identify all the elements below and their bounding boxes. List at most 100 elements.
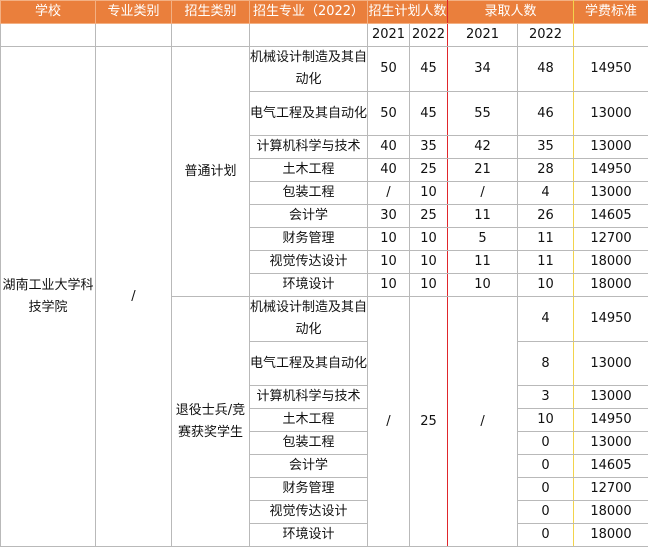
admitted-2022: 0 [518,455,574,478]
major-name: 财务管理 [250,478,368,501]
plan-year-2021: 2021 [368,24,410,47]
year-header-row: 2021 2022 2021 2022 [1,24,648,47]
tuition-fee: 18000 [574,524,648,547]
admitted-2021: 5 [448,228,518,251]
tuition-fee: 14950 [574,409,648,432]
plan-2021: 50 [368,47,410,92]
major-name: 计算机科学与技术 [250,386,368,409]
admitted-2022: 10 [518,409,574,432]
admitted-2022: 28 [518,159,574,182]
major-name: 会计学 [250,455,368,478]
major-name: 会计学 [250,205,368,228]
major-name: 计算机科学与技术 [250,136,368,159]
major-name: 机械设计制造及其自动化 [250,297,368,342]
plan-2021: 40 [368,136,410,159]
tuition-fee: 14605 [574,455,648,478]
major-name: 包装工程 [250,182,368,205]
tuition-fee: 18000 [574,501,648,524]
tuition-fee: 12700 [574,228,648,251]
plan-2021: / [368,182,410,205]
admitted-2022: 46 [518,92,574,136]
tuition-fee: 13000 [574,182,648,205]
plan-2021: 10 [368,228,410,251]
year-blank-major-type [96,24,172,47]
major-name: 机械设计制造及其自动化 [250,47,368,92]
plan-2021: 50 [368,92,410,136]
major-name: 环境设计 [250,524,368,547]
tuition-fee: 14950 [574,297,648,342]
tuition-fee: 12700 [574,478,648,501]
tuition-fee: 13000 [574,136,648,159]
admitted-2021: 10 [448,274,518,297]
year-blank-major [250,24,368,47]
admitted-2022: 26 [518,205,574,228]
admitted-2021: 55 [448,92,518,136]
admitted-2021: 11 [448,205,518,228]
plan-2021: 30 [368,205,410,228]
year-blank-school [1,24,96,47]
admitted-2022: 0 [518,432,574,455]
major-name: 电气工程及其自动化 [250,342,368,386]
tuition-fee: 18000 [574,251,648,274]
header-school: 学校 [1,1,96,24]
admitted-2021: / [448,182,518,205]
tuition-fee: 14605 [574,205,648,228]
tuition-fee: 14950 [574,47,648,92]
plan-2022: 10 [410,251,448,274]
major-name: 土木工程 [250,409,368,432]
major-name: 包装工程 [250,432,368,455]
plan-2022: 10 [410,274,448,297]
table-row: 湖南工业大学科技学院/普通计划机械设计制造及其自动化5045344814950 [1,47,648,92]
admitted-2022: 4 [518,297,574,342]
admitted-2022: 4 [518,182,574,205]
admitted-2022: 11 [518,228,574,251]
admitted-2022: 35 [518,136,574,159]
header-major: 招生专业（2022） [250,1,368,24]
plan-2022: 10 [410,182,448,205]
header-major-type: 专业类别 [96,1,172,24]
admitted-2022: 0 [518,524,574,547]
admitted-2022: 8 [518,342,574,386]
plan-2021: 10 [368,251,410,274]
major-name: 电气工程及其自动化 [250,92,368,136]
header-plan: 招生计划人数 [368,1,448,24]
plan-year-2022: 2022 [410,24,448,47]
enroll-type-regular: 普通计划 [172,47,250,297]
admitted-year-2021: 2021 [448,24,518,47]
tuition-fee: 14950 [574,159,648,182]
admitted-2022: 48 [518,47,574,92]
school-name: 湖南工业大学科技学院 [1,47,96,547]
plan-2022: 35 [410,136,448,159]
plan-2022: 25 [410,159,448,182]
admitted-year-2022: 2022 [518,24,574,47]
major-name: 土木工程 [250,159,368,182]
tuition-fee: 13000 [574,342,648,386]
plan-2021: 40 [368,159,410,182]
plan-2022: 45 [410,47,448,92]
major-name: 视觉传达设计 [250,251,368,274]
admitted-2021: 21 [448,159,518,182]
tuition-fee: 18000 [574,274,648,297]
major-name: 财务管理 [250,228,368,251]
plan-2022: 45 [410,92,448,136]
admitted-2021: 11 [448,251,518,274]
header-row: 学校 专业类别 招生类别 招生专业（2022） 招生计划人数 录取人数 学费标准 [1,1,648,24]
admitted-2021: 34 [448,47,518,92]
admitted-2022: 0 [518,501,574,524]
tuition-fee: 13000 [574,386,648,409]
major-type-value: / [96,47,172,547]
admitted-2021: 42 [448,136,518,159]
plan-2022: 25 [410,297,448,547]
tuition-fee: 13000 [574,92,648,136]
plan-2021: 10 [368,274,410,297]
year-blank-fee [574,24,648,47]
admitted-2022: 11 [518,251,574,274]
plan-2022: 25 [410,205,448,228]
header-admitted: 录取人数 [448,1,574,24]
header-fee: 学费标准 [574,1,648,24]
year-blank-enroll-type [172,24,250,47]
tuition-fee: 13000 [574,432,648,455]
admitted-2022: 10 [518,274,574,297]
admission-table: 学校 专业类别 招生类别 招生专业（2022） 招生计划人数 录取人数 学费标准… [0,0,648,547]
enroll-type-veteran: 退役士兵/竞赛获奖学生 [172,297,250,547]
